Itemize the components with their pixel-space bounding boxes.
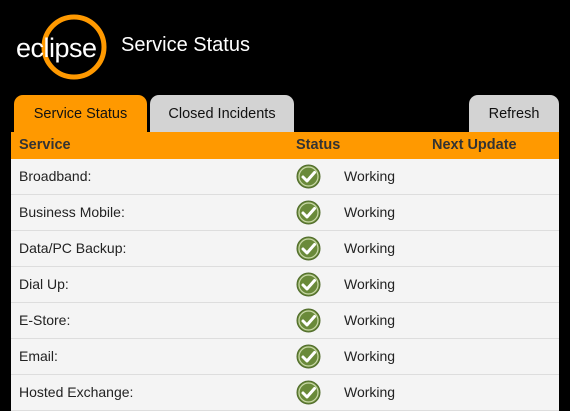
check-icon: [296, 200, 321, 225]
check-icon: [296, 164, 321, 189]
eclipse-logo: eclipse: [14, 13, 110, 81]
status-text: Working: [344, 204, 396, 220]
service-name: Email:: [19, 348, 58, 364]
check-icon: [296, 272, 321, 297]
table-row: Dial Up: Working: [11, 267, 559, 303]
column-header-status: Status: [296, 137, 341, 153]
service-name: Hosted Exchange:: [19, 384, 134, 400]
service-name: Broadband:: [19, 168, 92, 184]
check-icon: [296, 308, 321, 333]
status-text: Working: [344, 240, 396, 256]
table-row: E-Store: Working: [11, 303, 559, 339]
table-row: Business Mobile: Working: [11, 195, 559, 231]
tab-closed-incidents[interactable]: Closed Incidents: [150, 95, 294, 132]
table-row: Email: Working: [11, 339, 559, 375]
table-row: Broadband: Working: [11, 159, 559, 195]
tab-service-status[interactable]: Service Status: [14, 95, 147, 132]
table-row: Data/PC Backup: Working: [11, 231, 559, 267]
service-name: Data/PC Backup:: [19, 240, 127, 256]
status-text: Working: [344, 384, 396, 400]
table-row: Hosted Exchange: Working: [11, 375, 559, 411]
column-header-service: Service: [19, 137, 71, 153]
status-text: Working: [344, 168, 396, 184]
page-title: Service Status: [121, 34, 250, 56]
service-name: Business Mobile:: [19, 204, 125, 220]
check-icon: [296, 236, 321, 261]
status-text: Working: [344, 348, 396, 364]
service-status-table: Service Status Next Update Broadband: Wor…: [11, 132, 559, 411]
status-text: Working: [344, 312, 396, 328]
header: eclipse Service Status: [0, 0, 570, 95]
table-body: Broadband: Working Business Mobile: Working…: [11, 159, 559, 411]
logo-text: eclipse: [16, 33, 97, 63]
table-header: Service Status Next Update: [11, 132, 559, 159]
check-icon: [296, 380, 321, 405]
check-icon: [296, 344, 321, 369]
service-name: Dial Up:: [19, 276, 69, 292]
status-text: Working: [344, 276, 396, 292]
refresh-button[interactable]: Refresh: [469, 95, 559, 132]
service-name: E-Store:: [19, 312, 71, 328]
column-header-next-update: Next Update: [432, 137, 517, 153]
